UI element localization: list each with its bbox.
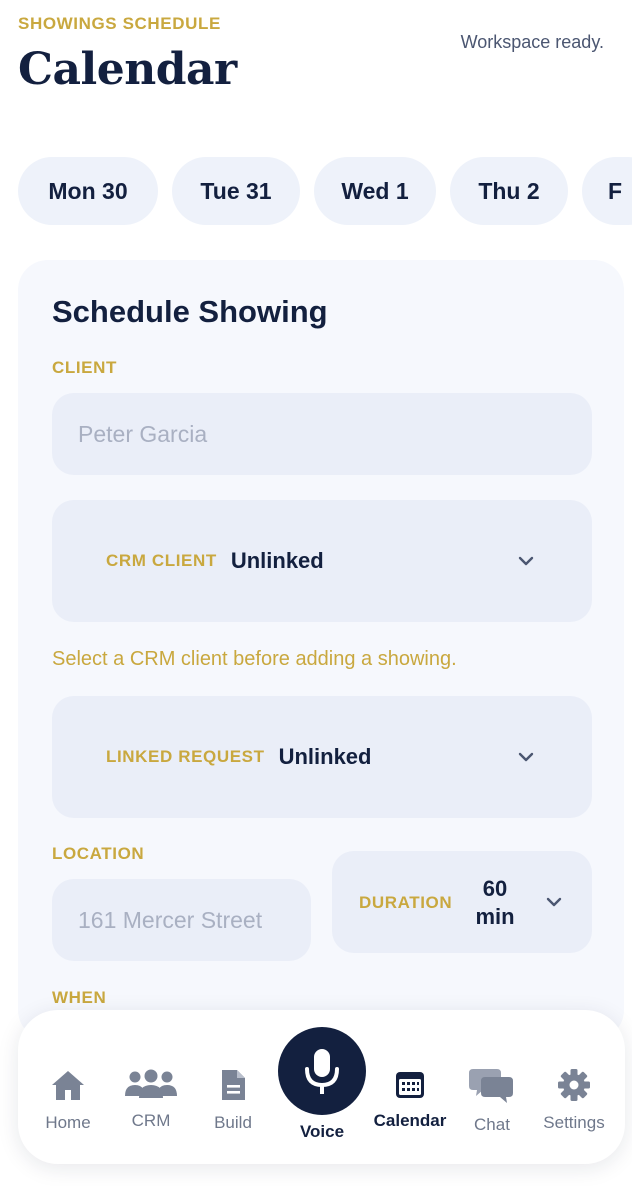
chat-bubbles-icon xyxy=(469,1069,513,1103)
tab-chat-label: Chat xyxy=(474,1115,510,1134)
tab-settings[interactable]: Settings xyxy=(529,1068,619,1133)
tab-calendar[interactable]: Calendar xyxy=(365,1068,455,1131)
day-chip-mon-30[interactable]: Mon 30 xyxy=(18,157,158,225)
tab-chat[interactable]: Chat xyxy=(447,1066,537,1135)
home-icon xyxy=(52,1071,84,1100)
tab-calendar-label: Calendar xyxy=(373,1111,447,1130)
tab-crm-label: CRM xyxy=(131,1111,171,1130)
day-chip-tue-31[interactable]: Tue 31 xyxy=(172,157,300,225)
duration-label: DURATION xyxy=(359,893,453,912)
client-label: CLIENT xyxy=(52,358,117,377)
chevron-down-icon xyxy=(546,897,562,907)
client-placeholder: Peter Garcia xyxy=(78,421,208,447)
crm-client-value: Unlinked xyxy=(230,548,324,573)
crm-client-label: CRM CLIENT xyxy=(106,551,217,570)
chevron-down-icon xyxy=(518,556,534,566)
schedule-showing-card: Schedule Showing CLIENT Peter Garcia CRM… xyxy=(18,260,624,1040)
tab-settings-label: Settings xyxy=(543,1113,605,1132)
calendar-icon xyxy=(396,1072,424,1098)
location-placeholder: 161 Mercer Street xyxy=(78,907,263,933)
tab-voice-label: Voice xyxy=(299,1122,345,1141)
location-label: LOCATION xyxy=(52,844,145,863)
gear-icon xyxy=(558,1069,590,1101)
when-label: WHEN xyxy=(52,988,107,1007)
chevron-down-icon xyxy=(518,752,534,762)
linked-request-label: LINKED REQUEST xyxy=(106,747,265,766)
client-input[interactable]: Peter Garcia xyxy=(52,393,592,475)
tab-build-label: Build xyxy=(214,1113,252,1132)
duration-value-number: 60 xyxy=(482,876,508,901)
crm-client-hint: Select a CRM client before adding a show… xyxy=(52,648,457,670)
card-title: Schedule Showing xyxy=(52,294,328,329)
day-chip-fri-partial[interactable]: F xyxy=(582,157,632,225)
tab-home[interactable]: Home xyxy=(23,1068,113,1133)
tab-voice[interactable]: Voice xyxy=(277,1122,367,1142)
tab-home-label: Home xyxy=(45,1113,91,1132)
microphone-icon xyxy=(305,1049,339,1094)
people-icon xyxy=(125,1069,177,1098)
day-chip-thu-2[interactable]: Thu 2 xyxy=(450,157,568,225)
duration-value-unit: min xyxy=(475,904,515,929)
section-eyebrow: SHOWINGS SCHEDULE xyxy=(18,14,221,33)
voice-button[interactable] xyxy=(278,1027,366,1115)
workspace-status: Workspace ready. xyxy=(460,32,604,52)
crm-client-select[interactable]: CRM CLIENT Unlinked xyxy=(52,500,592,622)
tab-build[interactable]: Build xyxy=(188,1068,278,1133)
linked-request-select[interactable]: LINKED REQUEST Unlinked xyxy=(52,696,592,818)
day-selector: Mon 30 Tue 31 Wed 1 Thu 2F xyxy=(18,157,632,225)
tab-crm[interactable]: CRM xyxy=(106,1068,196,1131)
bottom-tab-bar: Home CRM Build Voice Calendar Chat Setti… xyxy=(18,1010,625,1164)
document-icon xyxy=(222,1070,245,1100)
linked-request-value: Unlinked xyxy=(278,744,372,769)
location-input[interactable]: 161 Mercer Street xyxy=(52,879,311,961)
page-title: Calendar xyxy=(18,44,237,95)
day-chip-wed-1[interactable]: Wed 1 xyxy=(314,157,436,225)
duration-select[interactable]: DURATION 60 min xyxy=(332,851,592,953)
